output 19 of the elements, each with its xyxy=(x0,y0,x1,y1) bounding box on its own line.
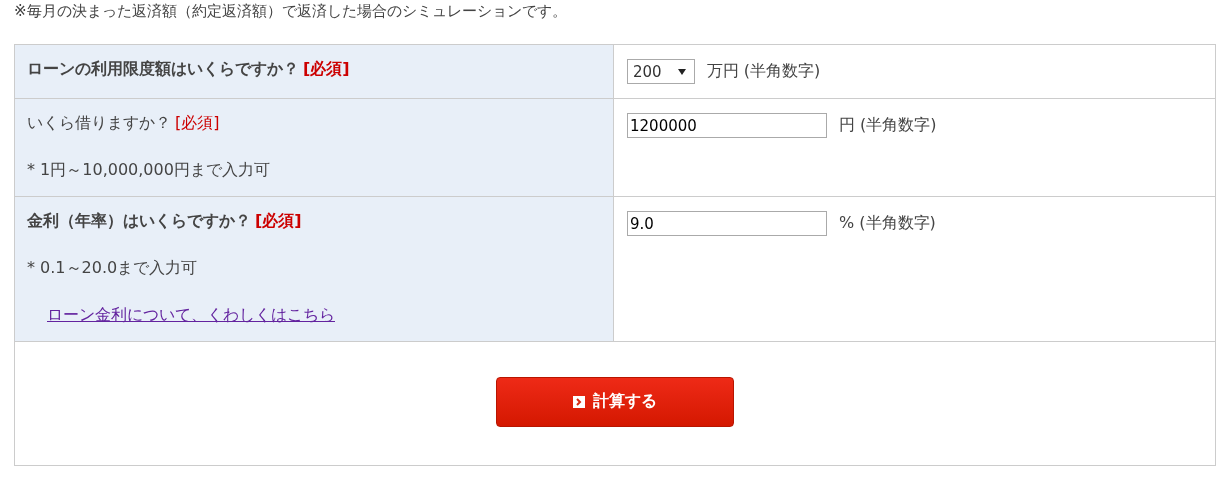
caret-icon xyxy=(677,68,686,75)
limit-dropdown[interactable]: 200 xyxy=(627,59,695,84)
note-text: * 1円～10,000,000円まで入力可 xyxy=(27,160,271,181)
required-tag: [必須] xyxy=(175,113,220,134)
unit-text: % (半角数字) xyxy=(839,212,936,234)
question-text: ローンの利用限度額はいくらですか？ xyxy=(27,59,299,80)
required-tag: [必須] xyxy=(255,211,302,232)
input-field[interactable]: 1200000 xyxy=(627,113,827,138)
note-text: * 0.1～20.0まで入力可 xyxy=(27,258,199,279)
arrow-icon xyxy=(573,395,585,408)
unit-text: 万円 (半角数字) xyxy=(706,60,821,82)
calculate-button[interactable]: 計算する xyxy=(496,376,734,427)
question-text: 金利（年率）はいくらですか？ xyxy=(27,211,251,232)
question-text: いくら借りますか？ xyxy=(27,113,171,134)
required-tag: [必須] xyxy=(303,59,350,80)
intro-text: ※毎月の決まった返済額（約定返済額）で返済した場合のシミュレーションです。 xyxy=(13,1,568,22)
rate-info-link[interactable]: ローン金利について、くわしくはこちら xyxy=(47,305,335,326)
input-field[interactable]: 9.0 xyxy=(627,211,827,236)
unit-text: 円 (半角数字) xyxy=(839,114,937,136)
